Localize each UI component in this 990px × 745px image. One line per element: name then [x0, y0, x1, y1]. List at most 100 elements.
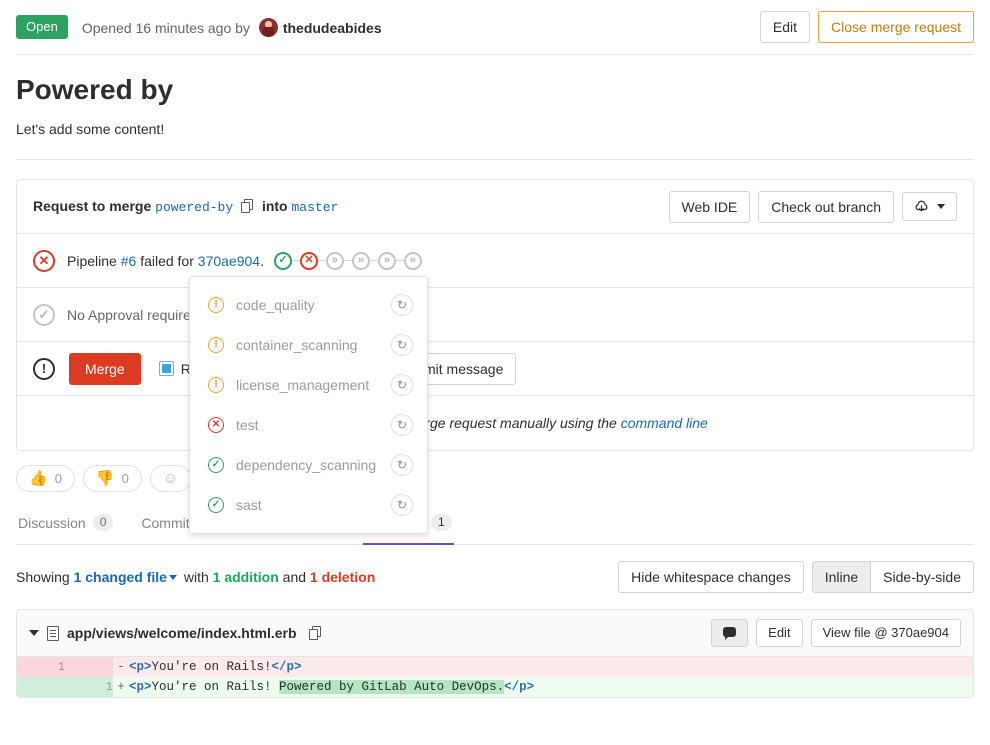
dropdown-job-license-management[interactable]: ! license_management ↻ — [190, 365, 427, 405]
dropdown-job-code-quality[interactable]: ! code_quality ↻ — [190, 285, 427, 325]
web-ide-button[interactable]: Web IDE — [669, 191, 751, 223]
comment-bubble-icon — [723, 627, 736, 637]
stage-connector — [344, 260, 352, 261]
job-name: sast — [236, 497, 379, 513]
into-label: into — [262, 198, 288, 214]
view-file-button[interactable]: View file @ 370ae904 — [811, 619, 961, 647]
diff-sign: + — [113, 677, 129, 697]
diff-sign: - — [113, 657, 129, 677]
smiley-icon: ☺ — [163, 471, 178, 486]
checkbox-box[interactable] — [159, 361, 174, 376]
pipeline-period: . — [260, 253, 264, 269]
thumbsup-icon: 👍 — [29, 471, 48, 486]
merge-branch-line: Request to merge powered-by into master — [33, 198, 338, 215]
merge-button[interactable]: Merge — [69, 353, 141, 385]
stage-icon-skipped[interactable]: » — [326, 252, 344, 270]
file-path[interactable]: app/views/welcome/index.html.erb — [67, 625, 297, 641]
pipeline-failed-icon: ✕ — [33, 250, 55, 272]
stage-icon-failed[interactable]: ✕ — [300, 252, 318, 270]
retry-job-button[interactable]: ↻ — [391, 454, 413, 476]
thumbsdown-button[interactable]: 👎 0 — [83, 465, 142, 492]
author-link[interactable]: thedudeabides — [283, 20, 382, 36]
pipeline-number-link[interactable]: #6 — [121, 253, 137, 269]
stage-icon-skipped[interactable]: » — [352, 252, 370, 270]
copy-file-path-icon[interactable] — [309, 626, 322, 640]
stage-icon-skipped[interactable]: » — [378, 252, 396, 270]
retry-job-button[interactable]: ↻ — [391, 334, 413, 356]
dropdown-job-container-scanning[interactable]: ! container_scanning ↻ — [190, 325, 427, 365]
side-by-side-view-button[interactable]: Side-by-side — [870, 561, 974, 593]
add-reaction-button[interactable]: ☺ — [150, 465, 191, 492]
code-text: You're on Rails! — [152, 680, 280, 694]
pipeline-commit-link[interactable]: 370ae904 — [198, 253, 260, 269]
collapse-file-icon[interactable] — [29, 630, 39, 636]
widget-row-merge: ! Merge Remove source branch Modify comm… — [17, 342, 973, 396]
showing-label: Showing — [16, 569, 70, 585]
download-dropdown-button[interactable] — [902, 192, 957, 221]
old-line-number[interactable]: 1 — [17, 657, 65, 677]
retry-job-button[interactable]: ↻ — [391, 494, 413, 516]
copy-branch-icon[interactable] — [241, 199, 254, 213]
dropdown-job-dependency-scanning[interactable]: ✓ dependency_scanning ↻ — [190, 445, 427, 485]
job-status-warning-icon: ! — [208, 297, 224, 313]
opened-label: Opened 16 minutes ago by — [82, 20, 250, 36]
add-comment-button[interactable] — [711, 619, 748, 647]
pipeline-stage-list: ✓ ✕ » » » » — [274, 252, 422, 270]
tab-discussion[interactable]: Discussion 0 — [16, 508, 115, 545]
job-status-success-icon: ✓ — [208, 497, 224, 513]
changes-summary-text: Showing 1 changed file with 1 addition a… — [16, 569, 375, 585]
approval-check-icon: ✓ — [33, 304, 55, 326]
retry-job-button[interactable]: ↻ — [391, 414, 413, 436]
target-branch-link[interactable]: master — [291, 200, 338, 215]
merge-request-page: Open Opened 16 minutes ago by thedudeabi… — [0, 0, 990, 745]
retry-job-button[interactable]: ↻ — [391, 294, 413, 316]
mr-status-bar: Open Opened 16 minutes ago by thedudeabi… — [0, 0, 990, 54]
avatar[interactable] — [259, 18, 278, 37]
check-out-branch-button[interactable]: Check out branch — [758, 191, 894, 223]
job-name: dependency_scanning — [236, 457, 379, 473]
job-status-warning-icon: ! — [208, 337, 224, 353]
mr-actions: Edit Close merge request — [760, 11, 974, 43]
thumbsup-button[interactable]: 👍 0 — [16, 465, 75, 492]
status-badge: Open — [16, 15, 68, 39]
old-line-number[interactable] — [17, 677, 65, 697]
job-name: test — [236, 417, 379, 433]
pipeline-result-label: failed for — [140, 253, 194, 269]
diff-table: 1 - <p>You're on Rails!</p> 1 + <p>You'r… — [17, 657, 973, 697]
edit-button[interactable]: Edit — [760, 11, 810, 43]
dropdown-job-sast[interactable]: ✓ sast ↻ — [190, 485, 427, 525]
and-label: and — [283, 569, 306, 585]
hide-whitespace-button[interactable]: Hide whitespace changes — [618, 561, 804, 593]
file-icon — [47, 626, 59, 641]
changed-files-dropdown[interactable]: 1 changed file — [74, 569, 167, 585]
stage-connector — [370, 260, 378, 261]
diff-row-removed: 1 - <p>You're on Rails!</p> — [17, 657, 973, 677]
thumbsdown-icon: 👎 — [96, 471, 115, 486]
stage-icon-skipped[interactable]: » — [404, 252, 422, 270]
close-tag: </p> — [504, 680, 534, 694]
command-line-link[interactable]: command line — [621, 415, 708, 431]
pipeline-prefix-label: Pipeline — [67, 253, 117, 269]
chevron-down-icon[interactable] — [169, 575, 177, 580]
merge-prefix-label: Request to merge — [33, 198, 151, 214]
chevron-down-icon — [937, 204, 945, 209]
merge-request-widget: Request to merge powered-by into master … — [16, 179, 974, 451]
diff-code-removed: <p>You're on Rails!</p> — [129, 657, 973, 677]
new-line-number[interactable]: 1 — [65, 677, 113, 697]
thumbsup-count: 0 — [55, 471, 62, 486]
job-name: license_management — [236, 377, 379, 393]
inline-view-button[interactable]: Inline — [812, 561, 871, 593]
dropdown-job-test[interactable]: ✕ test ↻ — [190, 405, 427, 445]
diff-view-controls: Hide whitespace changes Inline Side-by-s… — [618, 561, 974, 593]
award-emoji-bar: 👍 0 👎 0 ☺ — [16, 465, 990, 492]
source-branch-link[interactable]: powered-by — [155, 200, 233, 215]
edit-file-button[interactable]: Edit — [756, 619, 802, 647]
stage-icon-success[interactable]: ✓ — [274, 252, 292, 270]
widget-branch-actions: Web IDE Check out branch — [669, 191, 958, 223]
job-name: code_quality — [236, 297, 379, 313]
close-merge-request-button[interactable]: Close merge request — [818, 11, 974, 43]
retry-job-button[interactable]: ↻ — [391, 374, 413, 396]
new-line-number[interactable] — [65, 657, 113, 677]
code-text: You're on Rails! — [152, 660, 272, 674]
status-divider — [16, 54, 974, 55]
